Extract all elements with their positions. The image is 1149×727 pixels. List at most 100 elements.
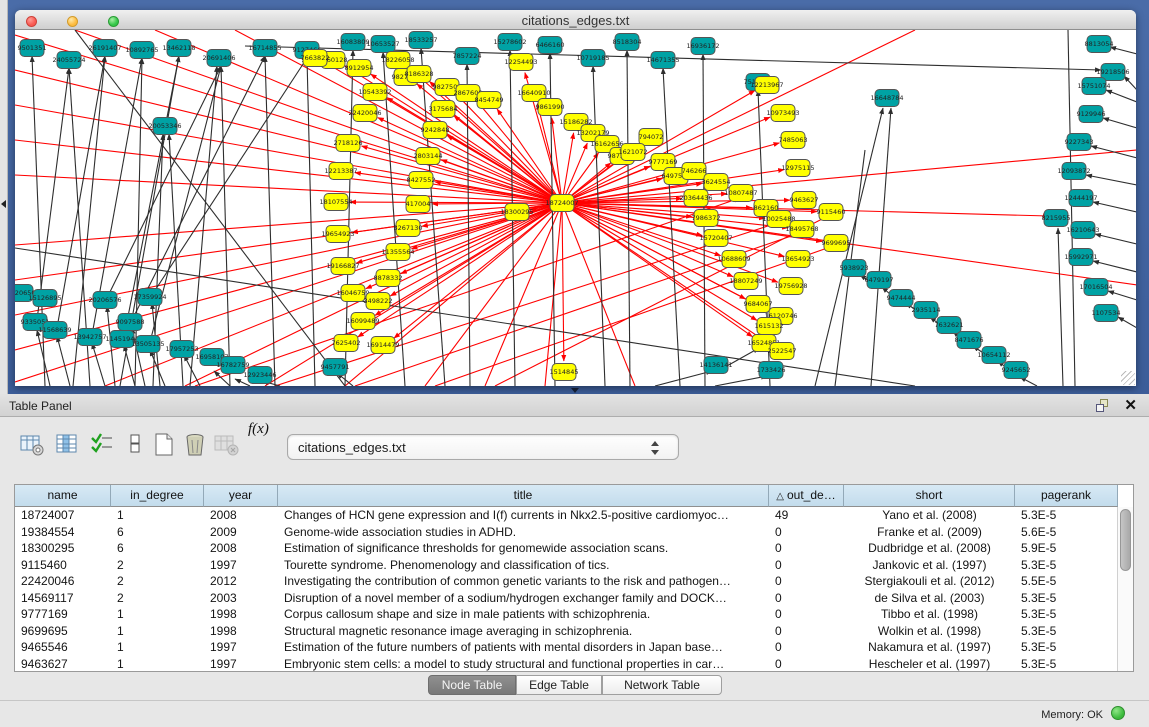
column-header-name[interactable]: name [15, 485, 111, 507]
network-node[interactable]: 7663822 [301, 50, 330, 67]
network-node[interactable]: 3267130 [394, 220, 423, 237]
table-row[interactable]: 946554611997Estimation of the future num… [15, 639, 1118, 656]
tab-node-table[interactable]: Node Table [428, 675, 516, 695]
network-node[interactable]: 15720407 [699, 230, 732, 247]
network-node[interactable]: 12923446 [243, 367, 276, 384]
network-node[interactable]: 10688609 [717, 251, 750, 268]
function-builder-icon[interactable]: f(x) [248, 421, 276, 449]
network-node[interactable]: 11355564 [381, 244, 414, 261]
network-node[interactable]: 18107554 [319, 194, 352, 211]
network-node[interactable]: 13462118 [162, 40, 195, 57]
network-node[interactable]: 16648784 [870, 90, 903, 107]
network-node[interactable]: 10892765 [125, 42, 158, 59]
network-node[interactable]: 16714855 [248, 40, 281, 57]
close-panel-icon[interactable]: ✕ [1124, 396, 1137, 414]
network-node[interactable]: 20364436 [679, 190, 712, 207]
network-node[interactable]: 8471676 [955, 332, 984, 349]
network-node[interactable]: 9684067 [744, 296, 773, 313]
network-node[interactable]: 12254493 [504, 54, 537, 71]
table-row[interactable]: 1872400712008Changes of HCN gene express… [15, 507, 1118, 524]
network-node[interactable]: 19654923 [321, 226, 354, 243]
network-node[interactable]: 1621072 [619, 144, 648, 161]
network-node[interactable]: 8912954 [345, 60, 374, 77]
network-node[interactable]: 8454749 [475, 92, 504, 109]
network-node[interactable]: 10653527 [366, 36, 399, 53]
network-node[interactable]: 11568639 [38, 322, 71, 339]
network-node[interactable]: 794072 [639, 129, 664, 146]
new-column-icon[interactable] [150, 431, 178, 459]
network-node[interactable]: 8186328 [405, 66, 434, 83]
window-resize-grip[interactable] [1121, 371, 1135, 385]
network-node[interactable]: 19166827 [326, 258, 359, 275]
network-node[interactable]: 13505135 [131, 336, 164, 353]
network-node[interactable]: 1615132 [755, 318, 784, 335]
collapse-left-icon[interactable] [1, 200, 6, 208]
network-node[interactable]: 20206576 [88, 292, 121, 309]
network-window[interactable]: citations_edges.txt 95013512405572426191… [15, 10, 1136, 386]
south-panel-grabber-icon[interactable] [571, 388, 579, 393]
network-node[interactable]: 8878332 [374, 270, 403, 287]
column-header-short[interactable]: short [844, 485, 1015, 507]
column-header-title[interactable]: title [278, 485, 769, 507]
network-node[interactable]: 16210643 [1066, 222, 1099, 239]
network-node[interactable]: 8215955 [1042, 210, 1071, 227]
network-node[interactable]: 9463627 [790, 192, 819, 209]
network-node[interactable]: 15278602 [493, 34, 526, 51]
column-header-year[interactable]: year [204, 485, 278, 507]
float-panel-icon[interactable] [1096, 399, 1109, 412]
network-node[interactable]: 10654112 [977, 347, 1010, 364]
network-node[interactable]: 9699695 [822, 235, 851, 252]
network-node[interactable]: 2718126 [334, 135, 363, 152]
network-node[interactable]: 1733426 [757, 362, 786, 379]
network-node[interactable]: 15992971 [1064, 249, 1097, 266]
table-row[interactable]: 2242004622012Investigating the contribut… [15, 573, 1118, 590]
column-header-out_de[interactable]: △out_de… [769, 485, 844, 507]
column-header-in_degree[interactable]: in_degree [111, 485, 204, 507]
table-row[interactable]: 946362711997Embryonic stem cells: a mode… [15, 656, 1118, 673]
network-node[interactable]: 7632621 [935, 317, 964, 334]
table-row[interactable]: 977716911998Corpus callosum shape and si… [15, 606, 1118, 623]
network-node[interactable]: 9129946 [1077, 106, 1106, 123]
delete-table-icon[interactable] [212, 431, 240, 459]
network-node[interactable]: 7625402 [332, 335, 361, 352]
network-node[interactable]: 3498222 [364, 293, 393, 310]
scrollbar-thumb[interactable] [1120, 509, 1131, 571]
network-node[interactable]: 746266 [682, 163, 707, 180]
network-window-titlebar[interactable]: citations_edges.txt [15, 10, 1136, 30]
network-node[interactable]: 16914479 [366, 337, 399, 354]
network-node[interactable]: 10973493 [766, 105, 799, 122]
network-node[interactable]: 3624554 [702, 174, 731, 191]
network-node[interactable]: 6479197 [865, 272, 894, 289]
network-node[interactable]: 14671355 [646, 52, 679, 69]
delete-column-icon[interactable] [181, 431, 209, 459]
network-node[interactable]: 1514845 [550, 364, 579, 381]
network-node[interactable]: 12093872 [1057, 163, 1090, 180]
network-node[interactable]: 15126895 [28, 290, 61, 307]
column-header-pagerank[interactable]: pagerank [1015, 485, 1118, 507]
network-node[interactable]: 12213387 [324, 163, 357, 180]
network-node[interactable]: 9245652 [1002, 362, 1031, 379]
network-node[interactable]: 9861990 [536, 99, 565, 116]
network-node[interactable]: 24055724 [52, 52, 85, 69]
network-node[interactable]: 18495768 [785, 221, 818, 238]
network-node[interactable]: 16099489 [346, 313, 379, 330]
table-row[interactable]: 969969511998Structural magnetic resonanc… [15, 623, 1118, 640]
network-node[interactable]: 20691406 [202, 50, 235, 67]
table-row[interactable]: 1456911722003Disruption of a novel membe… [15, 590, 1118, 607]
network-node[interactable]: 18807249 [729, 273, 762, 290]
network-node[interactable]: 9115460 [817, 204, 846, 221]
network-node[interactable]: 8813054 [1085, 36, 1114, 53]
network-node[interactable]: 8518304 [613, 34, 642, 51]
cell-view-icon[interactable] [122, 431, 150, 459]
combo-stepper-icon[interactable] [650, 439, 660, 457]
network-node[interactable]: 1107534 [1092, 305, 1121, 322]
network-node[interactable]: 6466160 [536, 37, 565, 54]
network-node[interactable]: 13942757 [73, 329, 106, 346]
network-node[interactable]: 13654923 [781, 251, 814, 268]
network-node[interactable]: 3175684 [429, 101, 458, 118]
network-node[interactable]: 7485063 [779, 132, 808, 149]
network-node[interactable]: 7857224 [453, 48, 482, 65]
network-node[interactable]: 18533257 [404, 32, 437, 49]
network-node[interactable]: 9457791 [321, 359, 350, 376]
network-node[interactable]: 17957253 [165, 341, 198, 358]
